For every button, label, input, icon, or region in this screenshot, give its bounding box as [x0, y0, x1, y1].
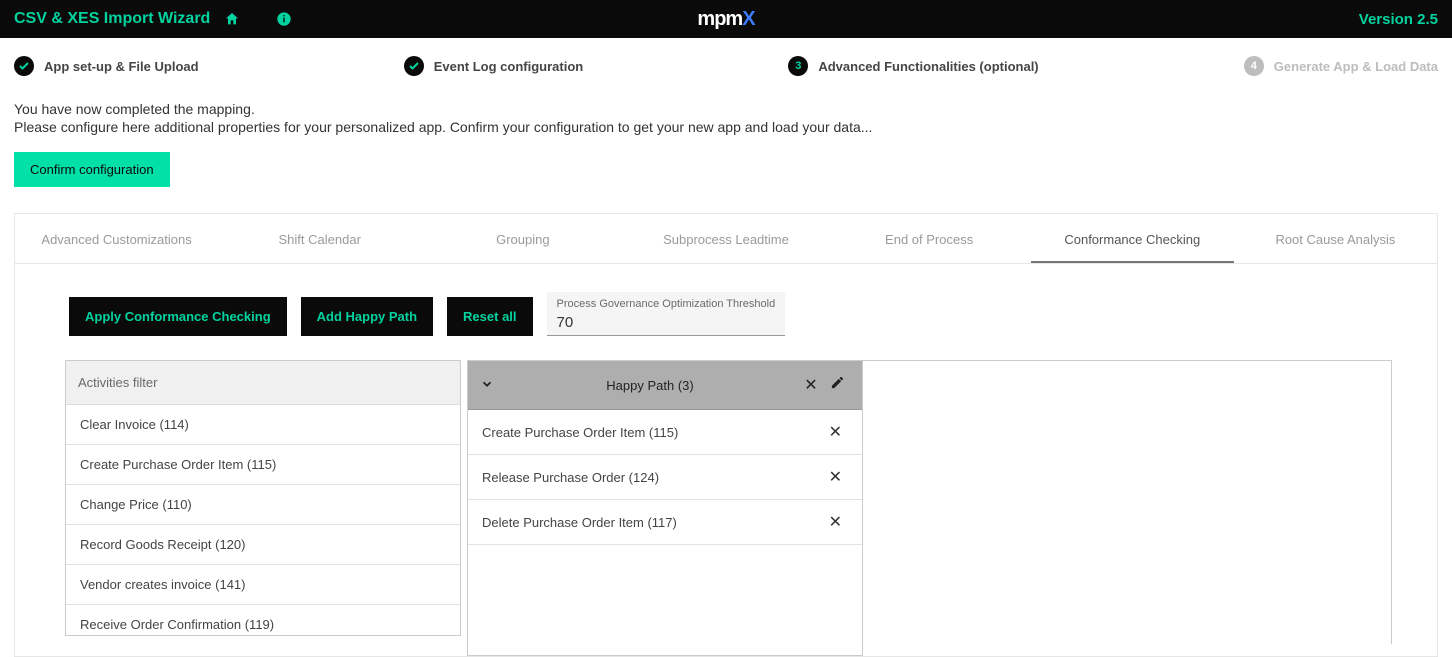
- activities-header: Activities filter: [66, 361, 460, 405]
- check-icon: [404, 56, 424, 76]
- threshold-input[interactable]: [557, 310, 776, 331]
- home-icon[interactable]: [224, 11, 240, 27]
- panels: Activities filter Clear Invoice (114) Cr…: [15, 350, 1437, 656]
- remove-icon[interactable]: ✕: [823, 467, 848, 487]
- check-icon: [14, 56, 34, 76]
- list-item[interactable]: Receive Order Confirmation (119): [66, 605, 460, 635]
- reset-all-button[interactable]: Reset all: [447, 297, 532, 336]
- tab-shift-calendar[interactable]: Shift Calendar: [218, 218, 421, 263]
- tab-subprocess-leadtime[interactable]: Subprocess Leadtime: [624, 218, 827, 263]
- topbar: CSV & XES Import Wizard mpmX Version 2.5: [0, 0, 1452, 38]
- threshold-label: Process Governance Optimization Threshol…: [557, 298, 776, 310]
- activities-list[interactable]: Clear Invoice (114) Create Purchase Orde…: [66, 405, 460, 635]
- step-3-label: Advanced Functionalities (optional): [818, 59, 1038, 74]
- apply-conformance-button[interactable]: Apply Conformance Checking: [69, 297, 287, 336]
- happy-path-title: Happy Path (3): [502, 378, 798, 393]
- happy-path-panel: Happy Path (3) ✕ Create Purchase Order I…: [467, 360, 863, 656]
- tab-advanced-customizations[interactable]: Advanced Customizations: [15, 218, 218, 263]
- stepper: App set-up & File Upload Event Log confi…: [0, 38, 1452, 90]
- step-1[interactable]: App set-up & File Upload: [14, 56, 199, 76]
- tab-root-cause-analysis[interactable]: Root Cause Analysis: [1234, 218, 1437, 263]
- config-card: Advanced Customizations Shift Calendar G…: [14, 213, 1438, 657]
- tabs: Advanced Customizations Shift Calendar G…: [15, 214, 1437, 264]
- happy-path-item-label: Delete Purchase Order Item (117): [482, 515, 823, 530]
- remove-icon[interactable]: ✕: [823, 512, 848, 532]
- step-2[interactable]: Event Log configuration: [404, 56, 584, 76]
- happy-path-item[interactable]: Delete Purchase Order Item (117) ✕: [468, 500, 862, 545]
- list-item[interactable]: Change Price (110): [66, 485, 460, 525]
- version-label: Version 2.5: [1359, 11, 1438, 28]
- happy-path-item-label: Create Purchase Order Item (115): [482, 425, 823, 440]
- edit-icon[interactable]: [824, 375, 850, 395]
- happy-path-item[interactable]: Release Purchase Order (124) ✕: [468, 455, 862, 500]
- threshold-field[interactable]: Process Governance Optimization Threshol…: [547, 292, 786, 336]
- intro-line2: Please configure here additional propert…: [14, 118, 1438, 136]
- step-4-label: Generate App & Load Data: [1274, 59, 1438, 74]
- close-icon[interactable]: ✕: [798, 375, 824, 395]
- conformance-controls: Apply Conformance Checking Add Happy Pat…: [15, 264, 1437, 350]
- step-3-number: 3: [788, 56, 808, 76]
- logo-x: X: [742, 8, 754, 30]
- right-empty-panel: [862, 360, 1392, 644]
- confirm-configuration-button[interactable]: Confirm configuration: [14, 152, 170, 187]
- tab-end-of-process[interactable]: End of Process: [828, 218, 1031, 263]
- step-4-number: 4: [1244, 56, 1264, 76]
- tab-conformance-checking[interactable]: Conformance Checking: [1031, 218, 1234, 263]
- app-title: CSV & XES Import Wizard: [14, 10, 210, 28]
- logo: mpmX: [697, 8, 754, 31]
- info-icon[interactable]: [276, 11, 292, 27]
- remove-icon[interactable]: ✕: [823, 422, 848, 442]
- activities-panel: Activities filter Clear Invoice (114) Cr…: [65, 360, 461, 636]
- happy-path-item-label: Release Purchase Order (124): [482, 470, 823, 485]
- step-2-label: Event Log configuration: [434, 59, 584, 74]
- step-4[interactable]: 4 Generate App & Load Data: [1244, 56, 1438, 76]
- list-item[interactable]: Clear Invoice (114): [66, 405, 460, 445]
- list-item[interactable]: Create Purchase Order Item (115): [66, 445, 460, 485]
- happy-path-header[interactable]: Happy Path (3) ✕: [468, 361, 862, 410]
- list-item[interactable]: Vendor creates invoice (141): [66, 565, 460, 605]
- step-3[interactable]: 3 Advanced Functionalities (optional): [788, 56, 1038, 76]
- tab-grouping[interactable]: Grouping: [421, 218, 624, 263]
- happy-path-empty-area: [468, 545, 862, 655]
- step-1-label: App set-up & File Upload: [44, 59, 199, 74]
- add-happy-path-button[interactable]: Add Happy Path: [301, 297, 433, 336]
- logo-text: mpm: [697, 8, 742, 30]
- list-item[interactable]: Record Goods Receipt (120): [66, 525, 460, 565]
- intro-line1: You have now completed the mapping.: [14, 100, 1438, 118]
- intro-section: You have now completed the mapping. Plea…: [0, 90, 1452, 203]
- chevron-down-icon[interactable]: [480, 377, 494, 394]
- happy-path-item[interactable]: Create Purchase Order Item (115) ✕: [468, 410, 862, 455]
